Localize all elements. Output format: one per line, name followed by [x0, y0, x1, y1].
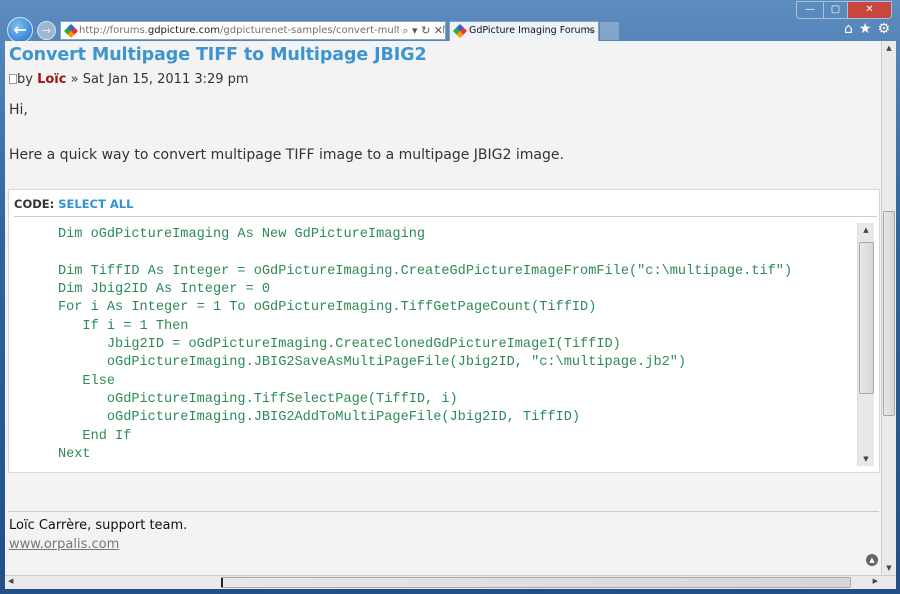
code-line: Else — [9, 373, 116, 389]
window-controls: — ▢ ✕ — [796, 1, 892, 19]
favorites-star-icon[interactable]: ★ — [859, 21, 872, 37]
page-horizontal-scrollbar[interactable]: ◀ ▶ — [5, 575, 896, 589]
intro-text: Here a quick way to convert multipage TI… — [9, 147, 564, 163]
code-line: oGdPictureImaging.JBIG2AddToMultiPageFil… — [9, 410, 581, 426]
code-line: For i As Integer = 1 To oGdPictureImagin… — [9, 300, 597, 316]
url-prefix: http://forums. — [79, 25, 148, 36]
back-to-top-icon[interactable]: ▲ — [866, 554, 878, 566]
tab-favicon-icon — [452, 23, 468, 39]
code-line: Dim Jbig2ID As Integer = 0 — [9, 282, 271, 298]
scroll-left-icon[interactable]: ◀ — [8, 577, 13, 585]
site-favicon-icon — [63, 23, 79, 39]
by-label: by — [17, 72, 33, 87]
post-icon — [9, 74, 17, 84]
code-line: End If — [9, 428, 132, 444]
address-controls[interactable]: ⌕ ▾ ↻ ✕ — [399, 22, 443, 39]
minimize-button[interactable]: — — [797, 2, 823, 18]
page-scroll-thumb[interactable] — [883, 211, 895, 416]
signature: Loïc Carrère, support team. — [9, 518, 188, 533]
code-line: Dim oGdPictureImaging As New GdPictureIm… — [9, 227, 426, 242]
code-line: If i = 1 Then — [9, 318, 189, 334]
code-line: oGdPictureImaging.TiffSelectPage(TiffID,… — [9, 392, 458, 408]
home-icon[interactable]: ⌂ — [844, 21, 853, 37]
address-bar[interactable]: http://forums.gdpicture.com/gdpicturenet… — [60, 21, 446, 40]
author-link[interactable]: Loïc — [37, 72, 66, 87]
code-content[interactable]: Dim oGdPictureImaging As New GdPictureIm… — [9, 226, 854, 464]
signature-divider — [8, 511, 879, 512]
post-meta: by Loïc » Sat Jan 15, 2011 3:29 pm — [9, 72, 249, 87]
code-line: Jbig2ID = oGdPictureImaging.CreateCloned… — [9, 337, 621, 353]
page-scroll-up-icon[interactable]: ▲ — [882, 44, 896, 52]
code-scroll-thumb[interactable] — [859, 242, 874, 394]
code-line: Next — [9, 447, 91, 463]
page-scroll-down-icon[interactable]: ▼ — [882, 564, 896, 572]
code-scrollbar[interactable]: ▲ ▼ — [857, 223, 874, 466]
code-line: oGdPictureImaging.JBIG2SaveAsMultiPageFi… — [9, 355, 687, 371]
greeting-text: Hi, — [9, 102, 28, 118]
url-domain: gdpicture.com — [147, 25, 221, 36]
code-block: CODE: SELECT ALL Dim oGdPictureImaging A… — [8, 189, 880, 473]
tab-close-icon[interactable]: ✕ — [586, 22, 594, 40]
divider — [14, 216, 877, 217]
gear-icon[interactable]: ⚙ — [877, 21, 890, 37]
page-hscroll-thumb[interactable] — [221, 577, 851, 588]
code-line: Dim TiffID As Integer = oGdPictureImagin… — [9, 263, 793, 279]
close-window-button[interactable]: ✕ — [847, 2, 891, 18]
forward-button[interactable]: → — [37, 21, 56, 40]
website-link[interactable]: www.orpalis.com — [9, 537, 119, 552]
post-title[interactable]: Convert Multipage TIFF to Multipage JBIG… — [9, 45, 427, 65]
maximize-button[interactable]: ▢ — [823, 2, 847, 18]
code-label: CODE: — [14, 197, 59, 211]
new-tab-button[interactable] — [600, 22, 619, 40]
browser-toolbar: ⌂ ★ ⚙ — [844, 21, 890, 37]
back-button[interactable]: ← — [7, 17, 33, 43]
code-header: CODE: SELECT ALL — [14, 197, 133, 211]
select-all-link[interactable]: SELECT ALL — [58, 197, 133, 211]
page-content: Convert Multipage TIFF to Multipage JBIG… — [5, 41, 881, 575]
post-date: » Sat Jan 15, 2011 3:29 pm — [70, 72, 249, 87]
scroll-down-icon[interactable]: ▼ — [858, 455, 874, 463]
page-vertical-scrollbar[interactable]: ▲ ▼ — [881, 41, 896, 575]
scroll-up-icon[interactable]: ▲ — [858, 226, 874, 234]
tab-gdpicture-forums[interactable]: GdPicture Imaging Forums ... ✕ — [449, 21, 599, 54]
scroll-right-icon[interactable]: ▶ — [873, 577, 878, 585]
